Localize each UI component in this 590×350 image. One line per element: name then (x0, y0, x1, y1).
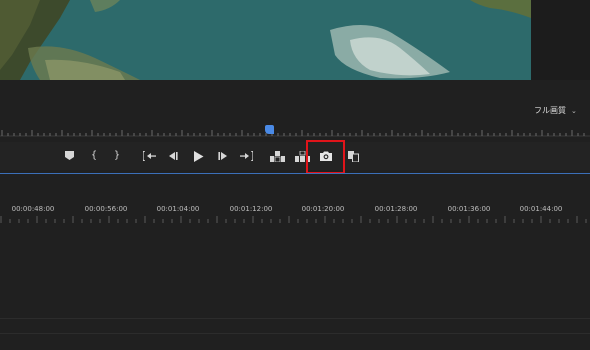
mark-in-icon: { (90, 150, 98, 161)
track-divider (0, 318, 590, 319)
play-icon (193, 151, 203, 162)
step-back-button[interactable] (167, 148, 179, 164)
lift-button[interactable] (269, 148, 285, 164)
go-to-in-button[interactable] (142, 148, 156, 164)
monitor-background (531, 0, 590, 80)
timecode-label: 00:01:44:00 (519, 205, 563, 213)
timecode-label: 00:01:04:00 (156, 205, 200, 213)
chevron-down-icon: ⌄ (571, 106, 577, 115)
timecode-label: 00:01:20:00 (301, 205, 345, 213)
mark-in-button[interactable]: { (89, 148, 99, 164)
playback-resolution-label: フル画質 (534, 106, 566, 115)
go-to-out-icon (239, 151, 253, 161)
timecode-label: 00:01:28:00 (374, 205, 418, 213)
program-monitor-video (0, 0, 531, 80)
comparison-icon (347, 151, 359, 162)
mark-out-button[interactable]: } (112, 148, 122, 164)
track-divider (0, 333, 590, 334)
mark-out-icon: } (113, 150, 121, 161)
comparison-view-button[interactable] (346, 148, 360, 164)
panel-divider (0, 173, 590, 174)
timecode-label: 00:01:36:00 (447, 205, 491, 213)
video-frame (0, 0, 531, 80)
step-back-icon (169, 152, 178, 160)
highlight-box (306, 140, 345, 174)
playhead-marker[interactable] (265, 125, 274, 134)
play-button[interactable] (192, 148, 204, 164)
timecode-label: 00:00:56:00 (84, 205, 128, 213)
timecode-label: 00:01:12:00 (229, 205, 273, 213)
monitor-time-ruler[interactable] (0, 127, 590, 137)
add-marker-button[interactable] (63, 148, 75, 164)
timecode-label: 00:00:48:00 (11, 205, 55, 213)
lift-icon (269, 151, 285, 162)
marker-icon (64, 151, 74, 160)
step-forward-icon (218, 152, 227, 160)
timeline-time-ruler[interactable] (0, 216, 590, 223)
step-forward-button[interactable] (217, 148, 229, 164)
go-to-in-icon (142, 151, 156, 161)
playback-resolution-dropdown[interactable]: フル画質 ⌄ (534, 104, 590, 117)
go-to-out-button[interactable] (239, 148, 253, 164)
